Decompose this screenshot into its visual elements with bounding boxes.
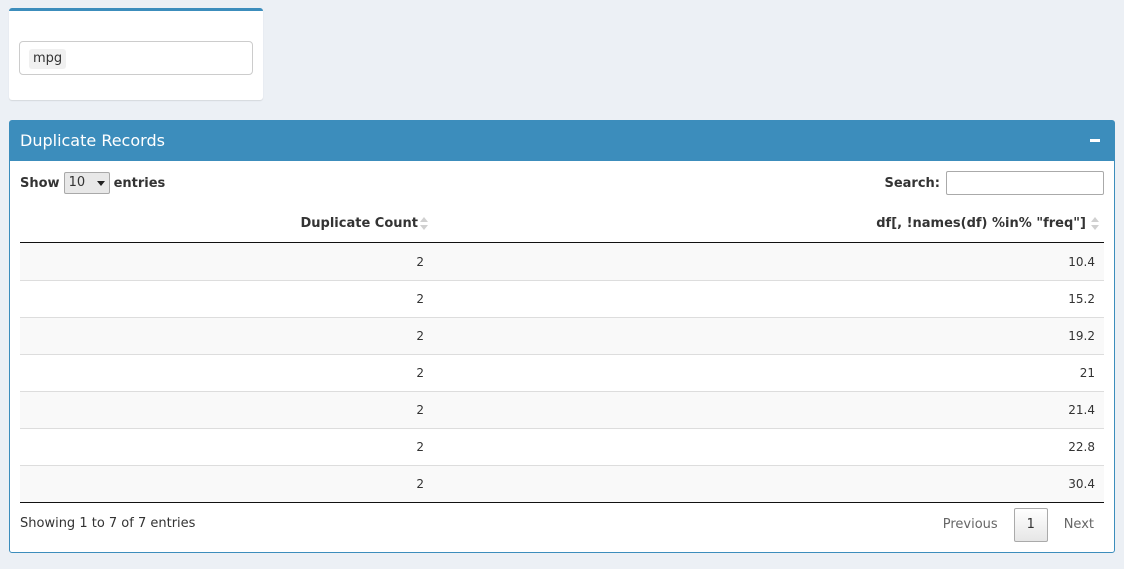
sort-icon[interactable] [420, 217, 428, 231]
cell-value: 10.4 [1068, 254, 1095, 269]
length-prefix: Show [20, 175, 60, 191]
selected-variable-tag[interactable]: mpg [29, 49, 67, 69]
table-row: 2 22.8 [20, 428, 1104, 465]
cell-value: 21 [1079, 366, 1095, 380]
table-row: 2 21 [20, 354, 1104, 391]
search-input[interactable] [946, 171, 1104, 195]
table-row: 2 15.2 [20, 280, 1104, 317]
previous-page-button[interactable]: Previous [933, 508, 1008, 542]
page-1-button[interactable]: 1 [1013, 508, 1048, 542]
table-header: Duplicate Count df[, !names(df) %in% "fr… [20, 205, 1104, 243]
table-body: 2 10.4 2 15.2 2 19.2 2 21 2 21.4 2 22.8 [20, 243, 1104, 503]
entries-length-control: Show 10 entries [20, 172, 165, 194]
table-row: 2 21.4 [20, 391, 1104, 428]
search-control: Search: [884, 171, 1104, 195]
duplicate-records-panel: Duplicate Records Show 10 entries Search… [9, 120, 1115, 553]
cell-duplicate-count: 2 [416, 477, 424, 491]
cell-duplicate-count: 2 [416, 440, 424, 454]
cell-value: 15.2 [1068, 292, 1095, 306]
collapse-minus-icon[interactable] [1086, 131, 1104, 149]
cell-duplicate-count: 2 [416, 366, 424, 380]
cell-duplicate-count: 2 [416, 403, 424, 417]
duplicates-table: Duplicate Count df[, !names(df) %in% "fr… [20, 205, 1104, 503]
panel-title: Duplicate Records [20, 131, 165, 150]
column-header-value[interactable]: df[, !names(df) %in% "freq"] [440, 205, 1086, 242]
cell-duplicate-count: 2 [416, 292, 424, 306]
cell-value: 22.8 [1068, 440, 1095, 454]
cell-value: 30.4 [1068, 477, 1095, 491]
table-row: 2 19.2 [20, 317, 1104, 354]
entries-length-select[interactable]: 10 [63, 172, 110, 194]
table-row: 2 10.4 [20, 243, 1104, 280]
next-page-button[interactable]: Next [1054, 508, 1104, 542]
pagination: Previous 1 Next [933, 507, 1104, 543]
table-info: Showing 1 to 7 of 7 entries [20, 516, 196, 531]
length-value: 10 [68, 175, 86, 190]
cell-duplicate-count: 2 [416, 254, 424, 269]
cell-value: 19.2 [1068, 329, 1095, 343]
dropdown-arrow-icon [96, 181, 105, 186]
table-row: 2 30.4 [20, 465, 1104, 502]
length-suffix: entries [113, 175, 166, 191]
cell-duplicate-count: 2 [416, 329, 424, 343]
variable-selector-box: mpg [9, 8, 263, 100]
column-header-duplicate-count[interactable]: Duplicate Count [20, 205, 419, 242]
panel-header: Duplicate Records [10, 121, 1114, 161]
cell-value: 21.4 [1068, 403, 1095, 417]
variable-select[interactable]: mpg [19, 41, 253, 75]
search-label: Search: [884, 175, 940, 191]
sort-icon[interactable] [1091, 217, 1099, 231]
